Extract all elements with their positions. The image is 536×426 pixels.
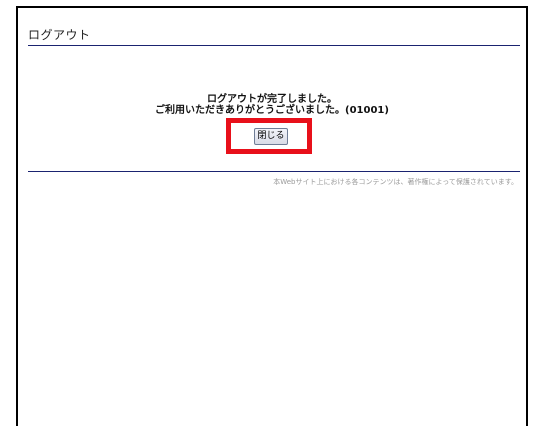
thank-you-text: ご利用いただきありがとうございました。(01001): [155, 105, 389, 116]
logout-complete-text: ログアウトが完了しました。: [207, 94, 337, 105]
logout-message: ログアウトが完了しました。 ご利用いただきありがとうございました。(01001): [18, 94, 526, 116]
browser-window: ログアウト ログアウトが完了しました。 ご利用いただきありがとうございました。(…: [0, 0, 536, 426]
copyright-notice: 本Webサイト上における各コンテンツは、著作権によって保護されています。: [273, 178, 518, 186]
close-button[interactable]: 閉じる: [254, 128, 288, 145]
title-divider: [28, 45, 520, 46]
logout-panel: ログアウト ログアウトが完了しました。 ご利用いただきありがとうございました。(…: [16, 6, 528, 426]
footer-divider: [28, 171, 520, 172]
page-title: ログアウト: [28, 28, 91, 42]
